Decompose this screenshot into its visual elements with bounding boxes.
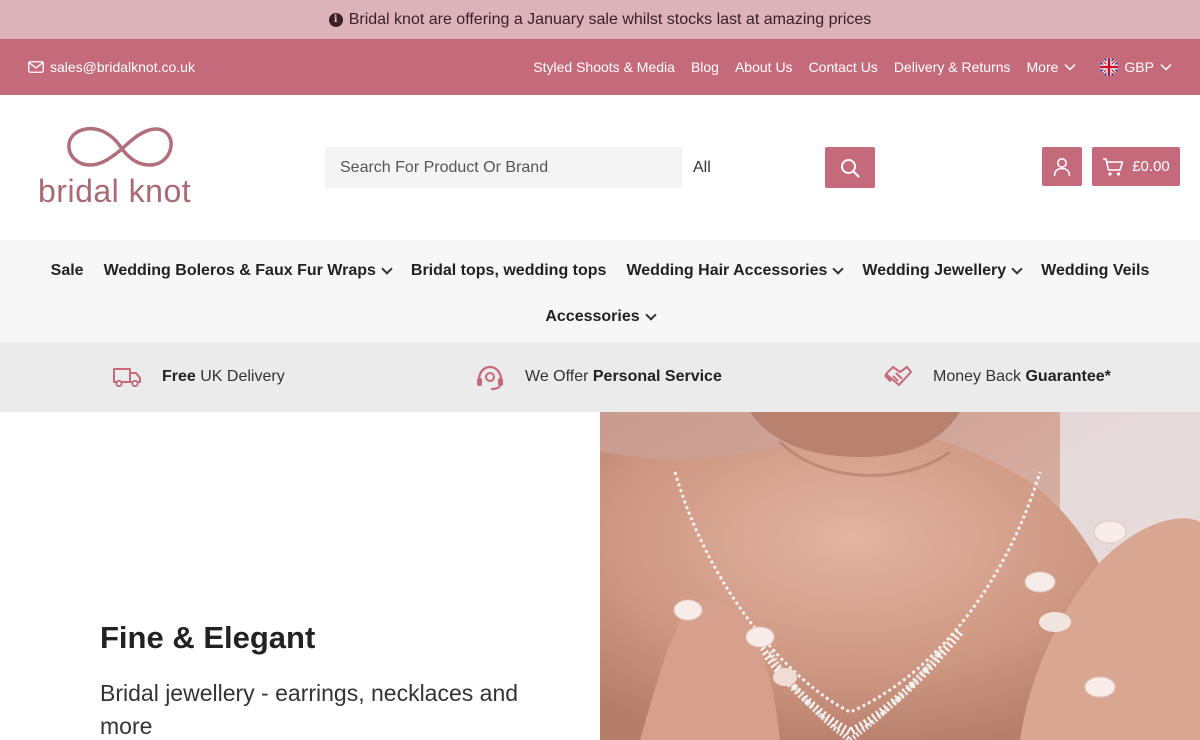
nav-label: Wedding Boleros & Faux Fur Wraps [103,261,376,279]
headset-icon [477,365,503,390]
currency-label: GBP [1124,59,1154,75]
truck-icon [113,368,141,388]
search-category-label: All [693,158,711,176]
nav-item-jewellery[interactable]: Wedding Jewellery [862,261,1023,280]
handshake-icon [883,366,912,386]
nav-item-hair-accessories[interactable]: Wedding Hair Accessories [626,261,845,280]
hero-title: Fine & Elegant [100,620,316,655]
feature-delivery-text: Free UK Delivery [162,368,285,385]
email-text: sales@bridalknot.co.uk [50,59,195,75]
feature-guarantee-text: Money Back Guarantee* [933,368,1111,385]
chevron-down-icon [381,262,393,275]
nav-item-accessories[interactable]: Accessories [545,308,657,326]
mail-icon [28,61,44,73]
infinity-knot-icon [67,126,173,167]
search-bar: All [325,147,875,188]
bridal-knot-logo[interactable]: bridal knot [38,125,208,210]
announcement-text: Bridal knot are offering a January sale … [348,10,872,28]
hero-image[interactable] [600,412,1200,740]
feature-guarantee: Money Back Guarantee* [883,364,1111,390]
nav-label: Accessories [545,308,640,325]
email-link[interactable]: sales@bridalknot.co.uk [28,59,195,75]
cart-total: £0.00 [1132,158,1170,175]
link-delivery-returns[interactable]: Delivery & Returns [894,59,1011,75]
chevron-down-icon [1160,63,1172,71]
feature-service-text: We Offer Personal Service [525,368,722,385]
search-icon [841,158,860,178]
search-category-select[interactable]: All [682,147,825,188]
nav-label: Bridal tops, wedding tops [410,261,607,279]
link-contact-us[interactable]: Contact Us [809,59,878,75]
hero-banner: Fine & Elegant Bridal jewellery - earrin… [0,412,1200,740]
account-button[interactable] [1042,147,1082,186]
currency-selector[interactable]: GBP [1100,58,1172,76]
hero-text-panel: Fine & Elegant Bridal jewellery - earrin… [0,412,600,740]
top-links: Styled Shoots & Media Blog About Us Cont… [533,59,1076,75]
more-menu[interactable]: More [1027,59,1077,75]
announcement-bar: i Bridal knot are offering a January sal… [0,0,1200,39]
link-about-us[interactable]: About Us [735,59,793,75]
link-blog[interactable]: Blog [691,59,719,75]
nav-item-bridal-tops[interactable]: Bridal tops, wedding tops [411,262,607,280]
uk-flag-icon [1100,58,1119,76]
hero-subtitle: Bridal jewellery - earrings, necklaces a… [100,680,519,739]
more-label: More [1026,59,1059,75]
nav-row: Sale Wedding Boleros & Faux Fur Wraps Br… [51,240,1150,301]
nav-item-boleros[interactable]: Wedding Boleros & Faux Fur Wraps [103,261,393,280]
nav-label: Wedding Hair Accessories [626,261,828,279]
nav-row-2: Accessories [545,301,657,333]
feature-delivery: Free UK Delivery [112,366,285,388]
search-input[interactable] [325,147,682,188]
site-header: bridal knot All £0.00 [0,95,1200,240]
cart-button[interactable]: £0.00 [1092,147,1180,186]
nav-label: Wedding Veils [1041,261,1150,279]
search-button[interactable] [825,147,875,188]
cart-icon [1103,157,1124,176]
feature-strip: Free UK Delivery We Offer Personal Servi… [0,342,1200,412]
main-nav: Sale Wedding Boleros & Faux Fur Wraps Br… [0,240,1200,342]
feature-service: We Offer Personal Service [475,364,722,390]
info-icon: i [328,12,343,27]
chevron-down-icon [1064,63,1076,71]
top-bar: sales@bridalknot.co.uk Styled Shoots & M… [0,39,1200,95]
user-icon [1053,157,1071,176]
chevron-down-icon [644,309,657,321]
nav-label: Sale [50,261,84,279]
chevron-down-icon [1011,262,1023,275]
nav-item-veils[interactable]: Wedding Veils [1041,262,1149,280]
link-styled-shoots[interactable]: Styled Shoots & Media [533,59,675,75]
chevron-down-icon [832,262,845,275]
logo-text: bridal knot [38,173,192,209]
nav-item-sale[interactable]: Sale [51,262,84,280]
necklace-photo [600,412,1200,740]
nav-label: Wedding Jewellery [862,261,1007,279]
